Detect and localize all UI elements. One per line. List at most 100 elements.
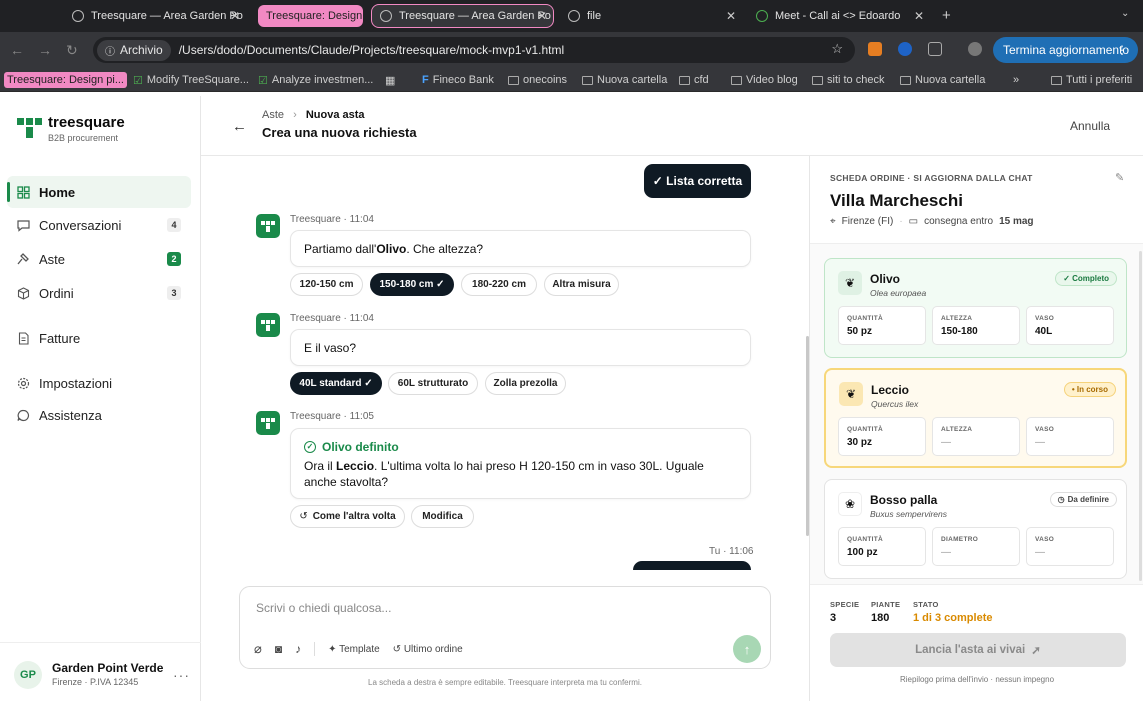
tab-list-chevron-icon[interactable]: ⌄ [1121, 8, 1129, 19]
new-tab-icon[interactable]: + [942, 7, 951, 24]
address-bar-row: ← → ↻ ⓘ Archivio /Users/dodo/Documents/Cl… [0, 32, 1143, 68]
sidebar-item-assistenza[interactable]: Assistenza [7, 399, 191, 431]
status-badge: ✓ Completo [1055, 271, 1117, 286]
option-chip[interactable]: 60L strutturato [388, 372, 478, 395]
chat-thread[interactable]: ✓ Lista corretta Treesquare · 11:04 Part… [201, 156, 809, 570]
quantity-field[interactable]: QUANTITÀ 100 pz [838, 527, 926, 566]
option-chip[interactable]: Altra misura [544, 273, 619, 296]
stat-species: SPECIE 3 [830, 600, 860, 624]
browser-tab-bar: Treesquare — Area Garden Po ✕ Treesquare:… [0, 0, 1143, 32]
browser-tab-active[interactable]: Treesquare — Area Garden Po ✕ [371, 4, 554, 28]
site-info-chip[interactable]: ⓘ Archivio [97, 39, 171, 61]
quantity-field[interactable]: QUANTITÀ 50 pz [838, 306, 926, 345]
bot-avatar [256, 214, 280, 238]
extension-icon[interactable] [898, 42, 912, 56]
paperclip-icon[interactable]: ⌀ [254, 641, 262, 657]
option-chip[interactable]: 120-150 cm [290, 273, 363, 296]
sparkle-icon: ✦ [328, 643, 337, 655]
sidebar-item-fatture[interactable]: Fatture [7, 322, 191, 354]
send-button[interactable]: ↑ [733, 635, 761, 663]
extension-icon[interactable] [868, 42, 882, 56]
last-order-button[interactable]: ↺ Ultimo ordine [393, 644, 463, 655]
all-bookmarks[interactable]: Tutti i preferiti [1051, 72, 1132, 88]
user-message: ✓ Lista corretta [644, 164, 751, 198]
menu-dots-icon[interactable]: ⋮ [1116, 43, 1128, 57]
bookmark-star-icon[interactable]: ☆ [831, 41, 843, 57]
bookmark-folder[interactable]: Video blog [731, 72, 798, 88]
sidebar-item-aste[interactable]: Aste 2 [7, 243, 191, 275]
sidebar-item-label: Fatture [39, 330, 81, 346]
bookmark-folder[interactable]: onecoins [508, 72, 567, 88]
sidebar-item-home[interactable]: Home [7, 176, 191, 208]
microphone-icon[interactable]: ♪ [295, 642, 301, 656]
extensions-puzzle-icon[interactable] [928, 42, 942, 56]
bookmark-item[interactable]: Treesquare: Design pi... [4, 72, 127, 88]
browser-tab[interactable]: Treesquare: Design [258, 5, 363, 27]
treesquare-logo-icon [261, 320, 275, 331]
item-card-leccio[interactable]: ❦ Leccio Quercus ilex • In corso QUANTIT… [824, 368, 1127, 468]
bookmark-folder[interactable]: siti to check [812, 72, 884, 88]
option-chip[interactable]: Zolla prezolla [485, 372, 566, 395]
bookmark-item[interactable]: ☑ Modify TreeSquare... [133, 72, 249, 88]
profile-avatar-icon[interactable] [968, 42, 982, 56]
close-tab-icon[interactable]: ✕ [230, 9, 240, 23]
url-text[interactable]: /Users/dodo/Documents/Claude/Projects/tr… [179, 43, 565, 57]
browser-tab[interactable]: Meet - Call ai <> Edoardo ✕ [748, 5, 930, 27]
cancel-button[interactable]: Annulla [1070, 119, 1110, 133]
bookmark-item[interactable]: ☑ Analyze investmen... [258, 72, 373, 88]
browser-tab[interactable]: Treesquare — Area Garden Po ✕ [64, 5, 246, 27]
bookmark-folder[interactable]: Nuova cartella [900, 72, 985, 88]
breadcrumb-aste[interactable]: Aste [262, 109, 284, 121]
repeat-last-button[interactable]: ↺ Come l'altra volta [290, 505, 405, 528]
message-input[interactable]: Scrivi o chiedi qualcosa... [256, 601, 391, 615]
close-tab-icon[interactable]: ✕ [726, 9, 736, 23]
close-tab-icon[interactable]: ✕ [537, 9, 547, 23]
sidebar-item-label: Assistenza [39, 407, 102, 423]
treesquare-logo-icon [261, 221, 275, 232]
globe-icon [568, 10, 580, 22]
back-arrow-icon[interactable]: ← [232, 118, 247, 135]
checkbox-icon: ☑ [258, 74, 268, 87]
item-card-olivo[interactable]: ❦ Olivo Olea europaea ✓ Completo QUANTIT… [824, 258, 1127, 358]
pot-field[interactable]: VASO — [1026, 417, 1114, 456]
update-button[interactable]: Termina aggiornamento ⋮ [993, 37, 1138, 63]
fineco-icon: F [422, 74, 429, 86]
bookmark-item[interactable]: F Fineco Bank [422, 72, 494, 88]
option-chip-selected[interactable]: 40L standard ✓ [290, 372, 382, 395]
close-tab-icon[interactable]: ✕ [914, 9, 924, 23]
sidebar-item-ordini[interactable]: Ordini 3 [7, 277, 191, 309]
message-composer[interactable]: Scrivi o chiedi qualcosa... ⌀ ◙ ♪ ✦ Temp… [239, 586, 771, 669]
bookmark-folder[interactable]: Nuova cartella [582, 72, 667, 88]
apps-grid-icon[interactable]: ▦ [385, 72, 395, 88]
sidebar-item-impostazioni[interactable]: Impostazioni [7, 367, 191, 399]
pot-field[interactable]: VASO — [1026, 527, 1114, 566]
user-account[interactable]: GP Garden Point Verde Firenze · P.IVA 12… [0, 642, 201, 701]
back-arrow-icon[interactable]: ← [10, 42, 24, 58]
template-button[interactable]: ✦ Template [328, 644, 380, 655]
camera-icon[interactable]: ◙ [275, 642, 282, 656]
diameter-field[interactable]: DIAMETRO — [932, 527, 1020, 566]
browser-tab[interactable]: file ✕ [560, 5, 742, 27]
modify-button[interactable]: Modifica [411, 505, 474, 528]
height-field[interactable]: ALTEZZA — [932, 417, 1020, 456]
option-chip-selected[interactable]: 150-180 cm ✓ [370, 273, 454, 296]
quantity-field[interactable]: QUANTITÀ 30 pz [838, 417, 926, 456]
height-field[interactable]: ALTEZZA 150-180 [932, 306, 1020, 345]
scrollbar[interactable] [1139, 251, 1142, 581]
more-options-icon[interactable]: ··· [173, 667, 190, 683]
status-badge: ◷ Da definire [1049, 492, 1117, 507]
pot-field[interactable]: VASO 40L [1026, 306, 1114, 345]
sidebar-item-conversazioni[interactable]: Conversazioni 4 [7, 209, 191, 241]
pencil-icon[interactable]: ✎ [1115, 171, 1124, 184]
reload-icon[interactable]: ↻ [66, 42, 78, 59]
item-card-bosso-palla[interactable]: ❀ Bosso palla Buxus sempervirens ◷ Da def… [824, 479, 1127, 579]
bookmark-folder[interactable]: cfd [679, 72, 709, 88]
arrow-up-icon: ↑ [743, 641, 751, 657]
omnibox[interactable]: ⓘ Archivio /Users/dodo/Documents/Claude/P… [93, 37, 855, 63]
forward-arrow-icon[interactable]: → [38, 42, 52, 58]
more-bookmarks-icon[interactable]: » [1013, 72, 1019, 88]
launch-auction-button[interactable]: Lancia l'asta ai vivai ➚ [830, 633, 1126, 667]
option-chip[interactable]: 180-220 cm [461, 273, 537, 296]
globe-icon [380, 10, 392, 22]
location-pin-icon: ⌖ [830, 216, 836, 227]
